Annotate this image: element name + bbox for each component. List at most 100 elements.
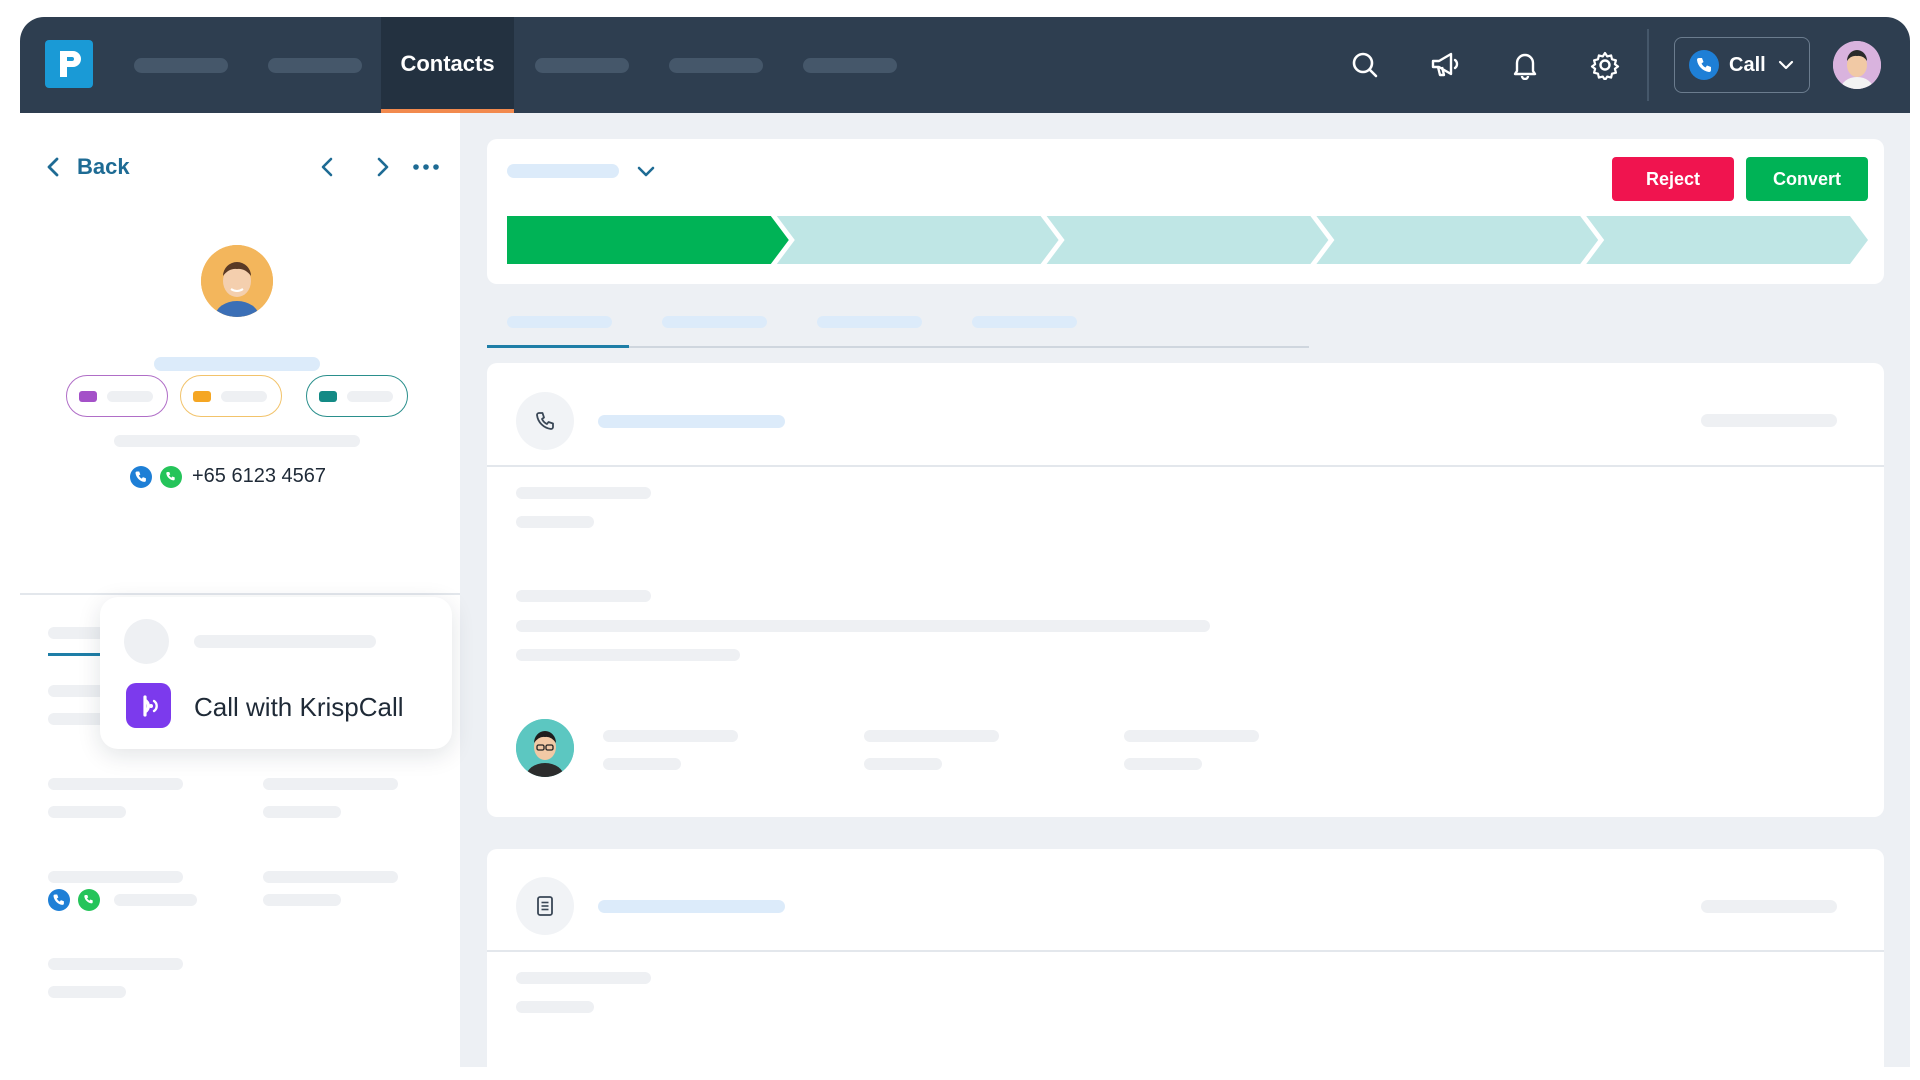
detail-label-placeholder [516,487,651,499]
nav-item-placeholder[interactable] [535,58,629,73]
user-avatar[interactable] [1833,41,1881,89]
more-horizontal-icon [413,164,439,170]
stage-chevron-pending[interactable] [1586,216,1868,264]
back-label: Back [77,154,130,179]
participant-label-placeholder [603,730,738,742]
field-label-placeholder [263,778,398,790]
reject-button-label: Reject [1645,168,1701,189]
stage-chevron-pending[interactable] [1046,216,1329,264]
contact-detail-panel: Back +65 6123 4567 Call with KrispCall [20,113,460,1067]
phone-icon[interactable] [48,889,70,911]
phone-icon [536,412,554,430]
participant-value-placeholder [864,758,942,770]
nav-tab-contacts[interactable]: Contacts [381,17,514,113]
activity-card-call [487,363,1884,817]
chevron-left-icon [321,157,333,177]
agent-avatar [516,719,574,777]
detail-value-placeholder [516,516,594,528]
krispcall-icon[interactable] [126,683,171,728]
activity-title-placeholder [598,415,785,428]
field-value-placeholder [263,894,341,906]
previous-contact-button[interactable] [314,153,342,181]
tag-label-placeholder [107,390,153,402]
tag-label-placeholder [221,390,267,402]
chevron-left-icon [47,157,59,177]
chevron-right-icon [377,157,389,177]
nav-divider [1647,29,1649,101]
tag-orange[interactable] [180,375,282,417]
activity-divider [487,950,1884,952]
detail-label-placeholder [516,972,651,984]
field-value-placeholder [48,806,126,818]
field-value-placeholder [114,894,197,906]
back-button[interactable]: Back [45,154,130,180]
participant-value-placeholder [603,758,681,770]
tab-placeholder-1[interactable] [507,316,612,328]
search-icon[interactable] [1347,47,1383,83]
reject-button[interactable]: Reject [1612,157,1734,201]
option-label-placeholder[interactable] [194,635,376,648]
field-value-placeholder [263,806,341,818]
nav-tab-contacts-label: Contacts [400,51,495,76]
contact-name-placeholder [154,357,320,371]
field-label-placeholder [263,871,398,883]
convert-button[interactable]: Convert [1746,157,1868,201]
call-with-krispcall-option[interactable]: Call with KrispCall [194,692,404,723]
detail-value-placeholder [516,1001,594,1013]
notes-line-placeholder [516,649,740,661]
nav-item-placeholder[interactable] [134,58,228,73]
chevron-down-icon [1778,60,1793,70]
tag-label-placeholder [347,390,393,402]
call-button-label: Call [1729,53,1766,76]
app-window: Contacts Call Back +65 6123 4567 Call wi… [20,17,1910,1067]
gear-icon[interactable] [1587,47,1623,83]
field-label-placeholder [48,778,183,790]
nav-item-placeholder[interactable] [268,58,362,73]
tag-icon [193,390,211,402]
tag-icon [319,390,337,402]
tag-purple[interactable] [66,375,168,417]
activity-date-placeholder [1701,900,1837,913]
pipeline-selector-placeholder[interactable] [507,164,619,178]
activity-type-badge [516,392,574,450]
tab-placeholder-3[interactable] [817,316,922,328]
nav-item-placeholder[interactable] [669,58,763,73]
call-dropdown-button[interactable]: Call [1674,37,1810,93]
contact-subtitle-placeholder [114,435,360,447]
stage-chevron-completed[interactable] [507,216,789,264]
document-icon [537,896,553,916]
contact-phone-number: +65 6123 4567 [192,465,327,487]
tag-teal[interactable] [306,375,408,417]
app-logo[interactable] [45,40,93,88]
whatsapp-icon[interactable] [78,889,100,911]
activity-divider [487,465,1884,467]
tab-placeholder-4[interactable] [972,316,1077,328]
tab-active-indicator [487,345,629,348]
participant-value-placeholder [1124,758,1202,770]
call-options-popup: Call with KrispCall [100,597,452,749]
nav-item-placeholder[interactable] [803,58,897,73]
contact-phone-row[interactable]: +65 6123 4567 [130,465,326,488]
phone-icon [1689,50,1719,80]
panel-divider [20,593,460,595]
next-contact-button[interactable] [368,153,396,181]
more-options-button[interactable] [410,153,442,181]
tab-placeholder-2[interactable] [662,316,767,328]
megaphone-icon[interactable] [1427,47,1463,83]
whatsapp-icon [160,465,182,488]
convert-button-label: Convert [1772,168,1841,189]
chevron-down-icon[interactable] [635,160,657,182]
logo-icon [60,51,81,77]
stage-chevron-pending[interactable] [776,216,1059,264]
activity-title-placeholder [598,900,785,913]
notes-label-placeholder [516,590,651,602]
tag-icon [79,390,97,402]
participant-label-placeholder [864,730,999,742]
stage-chevron-pending[interactable] [1316,216,1599,264]
activity-card-note [487,849,1884,1067]
field-value-placeholder [48,986,126,998]
participant-label-placeholder [1124,730,1259,742]
top-navigation-bar: Contacts Call [20,17,1910,113]
phone-icon [130,465,152,488]
bell-icon[interactable] [1507,47,1543,83]
